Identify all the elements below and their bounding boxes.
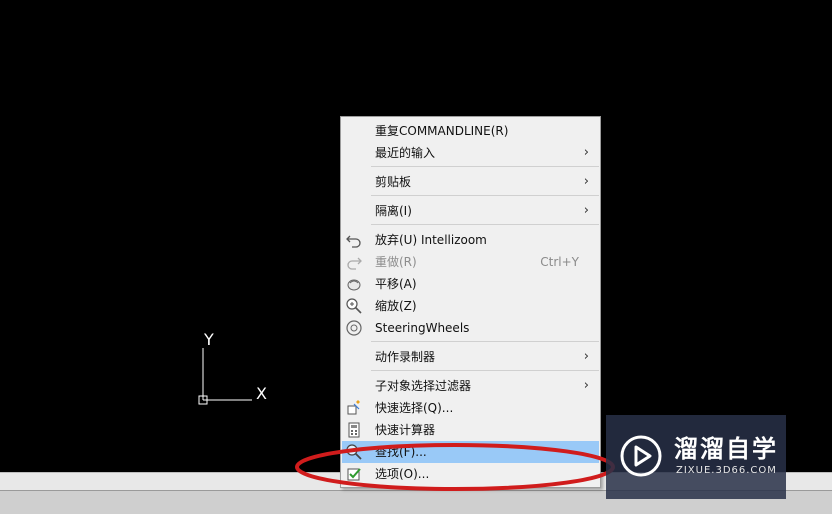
menu-separator [371,195,599,196]
menu-item-quick-calc[interactable]: 快速计算器 [342,419,599,441]
ucs-icon: Y X [190,330,280,410]
chevron-right-icon: › [583,378,589,393]
menu-item-steeringwheels[interactable]: SteeringWheels [342,317,599,339]
menu-item-undo[interactable]: 放弃(U) Intellizoom [342,229,599,251]
chevron-right-icon: › [583,203,589,218]
redo-shortcut: Ctrl+Y [540,255,579,269]
chevron-right-icon: › [583,174,589,189]
redo-icon [345,253,363,271]
ucs-y-label: Y [204,330,214,349]
undo-icon [345,231,363,249]
pan-icon [345,275,363,293]
red-annotation-ellipse [295,443,615,491]
menu-separator [371,370,599,371]
watermark: 溜溜自学 ZIXUE.3D66.COM [606,415,786,499]
context-menu: 重复COMMANDLINE(R) 最近的输入 › 剪贴板 › 隔离(I) › 放… [340,116,601,488]
menu-item-action-recorder[interactable]: 动作录制器 › [342,346,599,368]
watermark-name: 溜溜自学 [674,435,778,463]
ucs-x-label: X [256,384,267,403]
chevron-right-icon: › [583,145,589,160]
menu-item-zoom[interactable]: 缩放(Z) [342,295,599,317]
menu-item-subobject-filter[interactable]: 子对象选择过滤器 › [342,375,599,397]
menu-item-clipboard[interactable]: 剪贴板 › [342,171,599,193]
menu-item-isolate[interactable]: 隔离(I) › [342,200,599,222]
menu-item-redo[interactable]: 重做(R) Ctrl+Y [342,251,599,273]
play-logo-icon [618,433,664,479]
chevron-right-icon: › [583,349,589,364]
calculator-icon [345,421,363,439]
menu-separator [371,224,599,225]
menu-item-quick-select[interactable]: 快速选择(Q)... [342,397,599,419]
menu-separator [371,166,599,167]
zoom-icon [345,297,363,315]
steering-wheel-icon [345,319,363,337]
menu-item-recent-input[interactable]: 最近的输入 › [342,142,599,164]
menu-item-pan[interactable]: 平移(A) [342,273,599,295]
quick-select-icon [345,399,363,417]
menu-separator [371,341,599,342]
watermark-site: ZIXUE.3D66.COM [676,465,777,476]
menu-item-repeat-commandline[interactable]: 重复COMMANDLINE(R) [342,120,599,142]
